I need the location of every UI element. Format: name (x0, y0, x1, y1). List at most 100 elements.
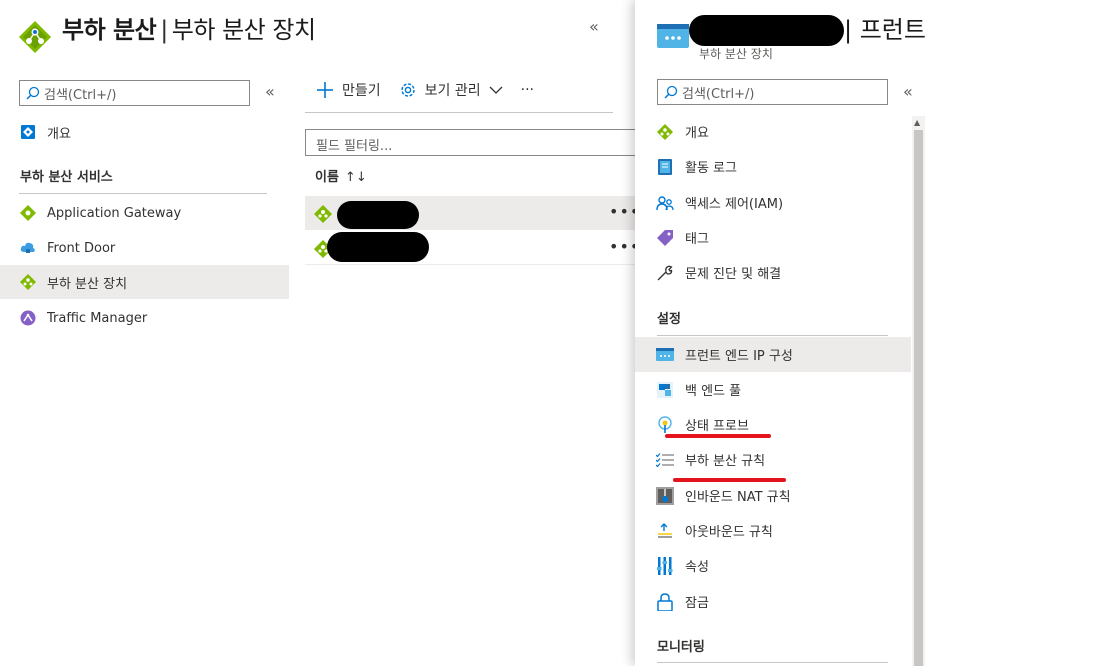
nav-item-label: Application Gateway (47, 205, 182, 221)
traffic-manager-icon (20, 310, 36, 326)
divider (657, 662, 888, 663)
blade-nav-scrollbar[interactable]: ▲ (912, 116, 925, 666)
left-search-placeholder: 검색(Ctrl+/) (44, 87, 117, 103)
filter-input[interactable]: 필드 필터링... (305, 129, 640, 156)
inbound-nat-icon (656, 486, 674, 505)
blade-nav-label: 인바운드 NAT 규칙 (685, 490, 791, 505)
blade-nav-overview[interactable]: 개요 (635, 114, 911, 149)
page-title-sub: 부하 분산 장치 (171, 16, 316, 44)
blade-nav-label: 개요 (685, 126, 709, 141)
settings-group-header: 설정 (657, 312, 681, 327)
page-title-main: 부하 분산 (62, 16, 157, 44)
blade-nav-label: 부하 분산 규칙 (685, 454, 766, 469)
blade-nav-label: 아웃바운드 규칙 (685, 525, 773, 540)
blade-nav-label: 문제 진단 및 해결 (685, 267, 782, 282)
toolbar: 만들기 보기 관리 ··· (316, 80, 552, 100)
search-icon (664, 85, 678, 99)
blade-nav-label: 잠금 (685, 596, 709, 611)
blade-nav-inbound-nat[interactable]: 인바운드 NAT 규칙 (635, 478, 911, 513)
blade-nav-label: 프런트 엔드 IP 구성 (685, 349, 793, 364)
front-door-icon (20, 240, 36, 256)
frontend-ip-icon (656, 346, 674, 364)
blade-nav-iam[interactable]: 액세스 제어(IAM) (635, 185, 911, 220)
tag-icon (656, 229, 674, 247)
collapse-list-button[interactable]: « (589, 17, 599, 36)
lb-rules-icon (656, 451, 674, 469)
blade-nav-label: 속성 (685, 560, 709, 575)
monitoring-group-header: 모니터링 (657, 640, 705, 655)
sort-arrow-icon: ↑↓ (344, 170, 367, 185)
activity-log-icon (656, 158, 674, 176)
backend-pool-icon (656, 381, 674, 399)
blade-nav-label: 활동 로그 (685, 161, 737, 176)
nav-item-label: Front Door (47, 240, 116, 256)
divider (657, 335, 888, 336)
outbound-rules-icon (656, 522, 674, 540)
redacted-name (327, 232, 429, 262)
divider (19, 193, 267, 194)
blade-nav-label: 백 엔드 풀 (685, 384, 742, 399)
load-balancer-icon (20, 274, 36, 290)
blade-search-placeholder: 검색(Ctrl+/) (682, 86, 755, 102)
create-label: 만들기 (342, 83, 381, 99)
column-name-label: 이름 (315, 170, 339, 185)
overview-icon (20, 124, 36, 140)
nav-item-front-door[interactable]: Front Door (0, 231, 289, 265)
nav-item-traffic-manager[interactable]: Traffic Manager (0, 301, 289, 335)
iam-icon (656, 194, 674, 212)
nav-group-header: 부하 분산 서비스 (20, 170, 113, 185)
create-button[interactable]: 만들기 (316, 80, 381, 100)
blade-nav-tags[interactable]: 태그 (635, 220, 911, 255)
nav-item-load-balancer[interactable]: 부하 분산 장치 (0, 265, 289, 299)
blade-nav-label: 태그 (685, 232, 709, 247)
blade-nav-outbound-rules[interactable]: 아웃바운드 규칙 (635, 513, 911, 548)
more-actions-button[interactable]: ··· (521, 82, 534, 98)
scroll-up-arrow-icon[interactable]: ▲ (914, 118, 920, 127)
manage-view-button[interactable]: 보기 관리 (399, 80, 503, 100)
redacted-name (337, 201, 419, 229)
left-search-input[interactable]: 검색(Ctrl+/) (19, 80, 250, 106)
nav-item-label: 부하 분산 장치 (47, 276, 128, 292)
plus-icon (317, 82, 333, 98)
frontend-ip-icon (657, 24, 689, 48)
nav-overview-label: 개요 (47, 126, 71, 142)
application-gateway-icon (20, 205, 36, 221)
column-header-name[interactable]: 이름 ↑↓ (315, 166, 367, 185)
blade-nav-locks[interactable]: 잠금 (635, 584, 911, 619)
blade-nav-label: 상태 프로브 (685, 419, 749, 434)
scroll-thumb[interactable] (914, 130, 923, 666)
blade-nav-properties[interactable]: 속성 (635, 548, 911, 583)
nav-overview[interactable]: 개요 (0, 115, 289, 149)
blade-nav-diagnose[interactable]: 문제 진단 및 해결 (635, 255, 911, 290)
blade-nav-backend-pool[interactable]: 백 엔드 풀 (635, 372, 911, 407)
search-icon (26, 86, 40, 100)
lock-icon (656, 592, 674, 611)
nav-item-application-gateway[interactable]: Application Gateway (0, 196, 289, 230)
properties-icon (656, 556, 674, 575)
detail-blade: | 프런트 부하 분산 장치 검색(Ctrl+/) « 개요 활동 로그 액세스… (635, 0, 1110, 666)
table-row[interactable]: ••• (305, 231, 639, 265)
load-balancer-icon (19, 21, 51, 53)
wrench-icon (656, 264, 674, 282)
chevron-down-icon (489, 86, 503, 94)
blade-nav-label: 액세스 제어(IAM) (685, 197, 784, 212)
annotation-underline-lb-rules (673, 478, 786, 482)
redacted-resource-name (689, 15, 844, 46)
collapse-nav-button[interactable]: « (265, 82, 275, 101)
blade-subtitle: 부하 분산 장치 (699, 47, 773, 61)
page-title: 부하 분산 | 부하 분산 장치 (62, 10, 316, 45)
blade-nav-lb-rules[interactable]: 부하 분산 규칙 (635, 442, 911, 477)
annotation-underline-health-probe (665, 434, 771, 438)
manage-view-label: 보기 관리 (424, 83, 481, 99)
blade-search-input[interactable]: 검색(Ctrl+/) (657, 79, 888, 105)
blade-nav-activity-log[interactable]: 활동 로그 (635, 149, 911, 184)
table-row[interactable]: ••• (305, 196, 639, 230)
toolbar-divider (305, 112, 613, 113)
load-balancer-icon (314, 205, 332, 223)
collapse-blade-nav-button[interactable]: « (903, 82, 913, 101)
health-probe-icon (656, 415, 674, 434)
load-balancer-icon (656, 123, 674, 141)
blade-nav-frontend-ip[interactable]: 프런트 엔드 IP 구성 (635, 337, 911, 372)
blade-title: | 프런트 (844, 16, 926, 44)
nav-item-label: Traffic Manager (47, 310, 148, 326)
